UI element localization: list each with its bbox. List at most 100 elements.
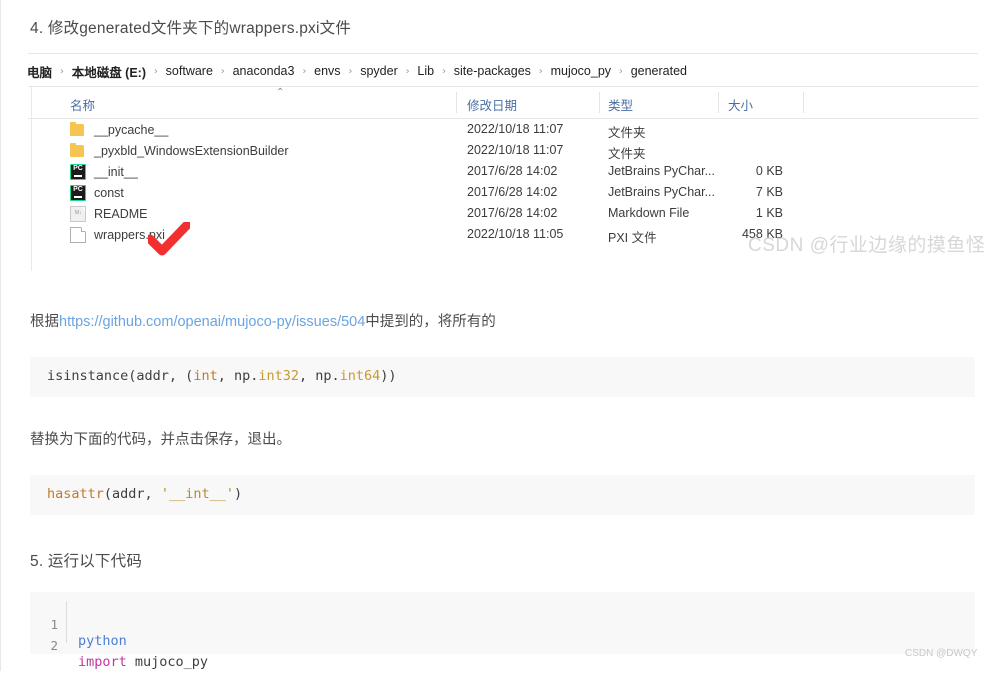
file-type-cell: 文件夹 bbox=[608, 126, 646, 140]
file-list-column-headers: 名称 ⌃ 修改日期 类型 大小 bbox=[28, 87, 978, 118]
paragraph-replace-line: 替换为下面的代码，并点击保存，退出。 bbox=[30, 432, 291, 448]
column-header-type[interactable]: 类型 bbox=[608, 95, 633, 114]
sort-ascending-icon: ⌃ bbox=[276, 87, 285, 98]
file-date-cell: 2017/6/28 14:02 bbox=[467, 164, 558, 178]
code-line: 2 import mujoco_py bbox=[30, 622, 208, 670]
column-header-name[interactable]: 名称 bbox=[70, 95, 95, 114]
code-token: (addr, bbox=[103, 486, 161, 502]
code-token: int bbox=[193, 368, 218, 384]
file-date-cell: 2022/10/18 11:05 bbox=[467, 227, 564, 241]
file-size-cell: 1 KB bbox=[755, 206, 783, 220]
column-separator[interactable] bbox=[718, 92, 719, 113]
file-name-cell[interactable]: PC __init__ bbox=[70, 163, 138, 180]
chevron-right-icon: › bbox=[442, 65, 446, 77]
chevron-right-icon: › bbox=[154, 65, 158, 77]
code-line-content: python bbox=[78, 633, 127, 649]
breadcrumb-item-lib[interactable]: Lib bbox=[416, 64, 435, 78]
column-separator[interactable] bbox=[599, 92, 600, 113]
table-row[interactable]: M↓ README 2017/6/28 14:02 Markdown File … bbox=[28, 203, 978, 224]
column-separator[interactable] bbox=[803, 92, 804, 113]
file-name-cell[interactable]: _pyxbld_WindowsExtensionBuilder bbox=[70, 142, 289, 159]
file-list: __pycache__ 2022/10/18 11:07 文件夹 _pyxbld… bbox=[28, 119, 978, 245]
pycharm-icon-bar bbox=[73, 196, 82, 198]
chevron-right-icon: › bbox=[348, 65, 353, 77]
breadcrumb-item-spyder[interactable]: spyder bbox=[359, 64, 399, 78]
markdown-icon-text: M↓ bbox=[74, 209, 82, 216]
code-token: , np. bbox=[298, 368, 340, 384]
file-date-cell: 2017/6/28 14:02 bbox=[467, 185, 558, 199]
file-name-label: __init__ bbox=[94, 164, 138, 179]
line-number: 2 bbox=[50, 638, 58, 653]
page-left-border bbox=[0, 0, 1, 671]
chevron-right-icon: › bbox=[302, 65, 307, 77]
file-type-cell: JetBrains PyChar... bbox=[608, 164, 715, 178]
code-token: isinstance(addr, ( bbox=[47, 368, 194, 384]
chevron-right-icon: › bbox=[405, 65, 410, 77]
section-heading-step-4: 4. 修改generated文件夹下的wrappers.pxi文件 bbox=[30, 20, 352, 37]
code-line: isinstance(addr, (int, np.int32, np.int6… bbox=[47, 368, 397, 384]
generic-file-icon bbox=[70, 226, 86, 243]
file-name-label: __pycache__ bbox=[94, 122, 169, 137]
section-heading-step-5: 5. 运行以下代码 bbox=[30, 553, 143, 570]
breadcrumb-item-software[interactable]: software bbox=[165, 64, 214, 78]
markdown-file-icon: M↓ bbox=[70, 205, 86, 222]
explorer-top-divider bbox=[28, 53, 978, 54]
chevron-right-icon: › bbox=[60, 65, 64, 77]
code-token: python bbox=[78, 633, 127, 649]
watermark-main: CSDN @行业边缘的摸鱼怪 bbox=[748, 235, 986, 256]
paragraph-prefix: 根据 bbox=[30, 314, 59, 330]
pycharm-icon-text: PC bbox=[73, 185, 83, 193]
pycharm-file-icon: PC bbox=[70, 163, 86, 180]
line-number-gutter-divider bbox=[66, 601, 67, 643]
chevron-right-icon: › bbox=[220, 65, 225, 77]
file-date-cell: 2022/10/18 11:07 bbox=[467, 143, 564, 157]
breadcrumb-item-anaconda3[interactable]: anaconda3 bbox=[232, 64, 296, 78]
file-name-cell[interactable]: __pycache__ bbox=[70, 121, 168, 138]
table-row[interactable]: _pyxbld_WindowsExtensionBuilder 2022/10/… bbox=[28, 140, 978, 161]
code-token: '__int__' bbox=[160, 486, 234, 502]
column-header-size[interactable]: 大小 bbox=[728, 95, 753, 114]
file-name-cell[interactable]: wrappers.pxi bbox=[70, 226, 165, 243]
chevron-right-icon: › bbox=[619, 65, 623, 77]
file-size-cell: 7 KB bbox=[755, 185, 783, 199]
breadcrumb-item-generated[interactable]: generated bbox=[630, 64, 688, 78]
file-name-label: README bbox=[94, 206, 148, 221]
pycharm-icon-text: PC bbox=[73, 164, 83, 172]
breadcrumb[interactable]: 电脑 › 本地磁盘 (E:) › software › anaconda3 › … bbox=[26, 60, 688, 82]
code-token: int32 bbox=[258, 368, 299, 384]
table-row[interactable]: __pycache__ 2022/10/18 11:07 文件夹 bbox=[28, 119, 978, 140]
column-header-date[interactable]: 修改日期 bbox=[467, 95, 517, 114]
file-date-cell: 2017/6/28 14:02 bbox=[467, 206, 558, 220]
file-type-cell: 文件夹 bbox=[608, 147, 646, 161]
table-row[interactable]: PC const 2017/6/28 14:02 JetBrains PyCha… bbox=[28, 182, 978, 203]
code-line: hasattr(addr, '__int__') bbox=[47, 486, 242, 502]
file-name-label: _pyxbld_WindowsExtensionBuilder bbox=[94, 143, 289, 158]
file-date-cell: 2022/10/18 11:07 bbox=[467, 122, 564, 136]
chevron-right-icon: › bbox=[538, 65, 543, 77]
code-token: import bbox=[78, 654, 127, 670]
table-row[interactable]: PC __init__ 2017/6/28 14:02 JetBrains Py… bbox=[28, 161, 978, 182]
watermark-footer: CSDN @DWQY bbox=[905, 648, 978, 659]
folder-icon bbox=[70, 121, 86, 138]
code-token: ) bbox=[233, 486, 243, 502]
pycharm-file-icon: PC bbox=[70, 184, 86, 201]
file-name-cell[interactable]: PC const bbox=[70, 184, 124, 201]
pycharm-icon-bar bbox=[73, 175, 82, 177]
breadcrumb-item-drive[interactable]: 本地磁盘 (E:) bbox=[71, 62, 147, 81]
code-token: mujoco_py bbox=[126, 654, 209, 670]
github-issue-link[interactable]: https://github.com/openai/mujoco-py/issu… bbox=[59, 314, 365, 330]
file-name-cell[interactable]: M↓ README bbox=[70, 205, 147, 222]
file-name-label: const bbox=[94, 185, 124, 200]
paragraph-link-line: 根据https://github.com/openai/mujoco-py/is… bbox=[30, 312, 496, 332]
code-token: )) bbox=[380, 368, 397, 384]
column-separator[interactable] bbox=[456, 92, 457, 113]
paragraph-suffix: 中提到的，将所有的 bbox=[365, 314, 496, 330]
breadcrumb-item-envs[interactable]: envs bbox=[313, 64, 341, 78]
code-block-original: isinstance(addr, (int, np.int32, np.int6… bbox=[30, 357, 975, 397]
file-name-label: wrappers.pxi bbox=[94, 227, 165, 242]
code-line-content: import mujoco_py bbox=[78, 654, 208, 670]
code-block-replacement: hasattr(addr, '__int__') bbox=[30, 475, 975, 515]
breadcrumb-item-site-packages[interactable]: site-packages bbox=[453, 64, 532, 78]
breadcrumb-item-mujoco-py[interactable]: mujoco_py bbox=[550, 64, 612, 78]
breadcrumb-item-root[interactable]: 电脑 bbox=[26, 62, 53, 81]
